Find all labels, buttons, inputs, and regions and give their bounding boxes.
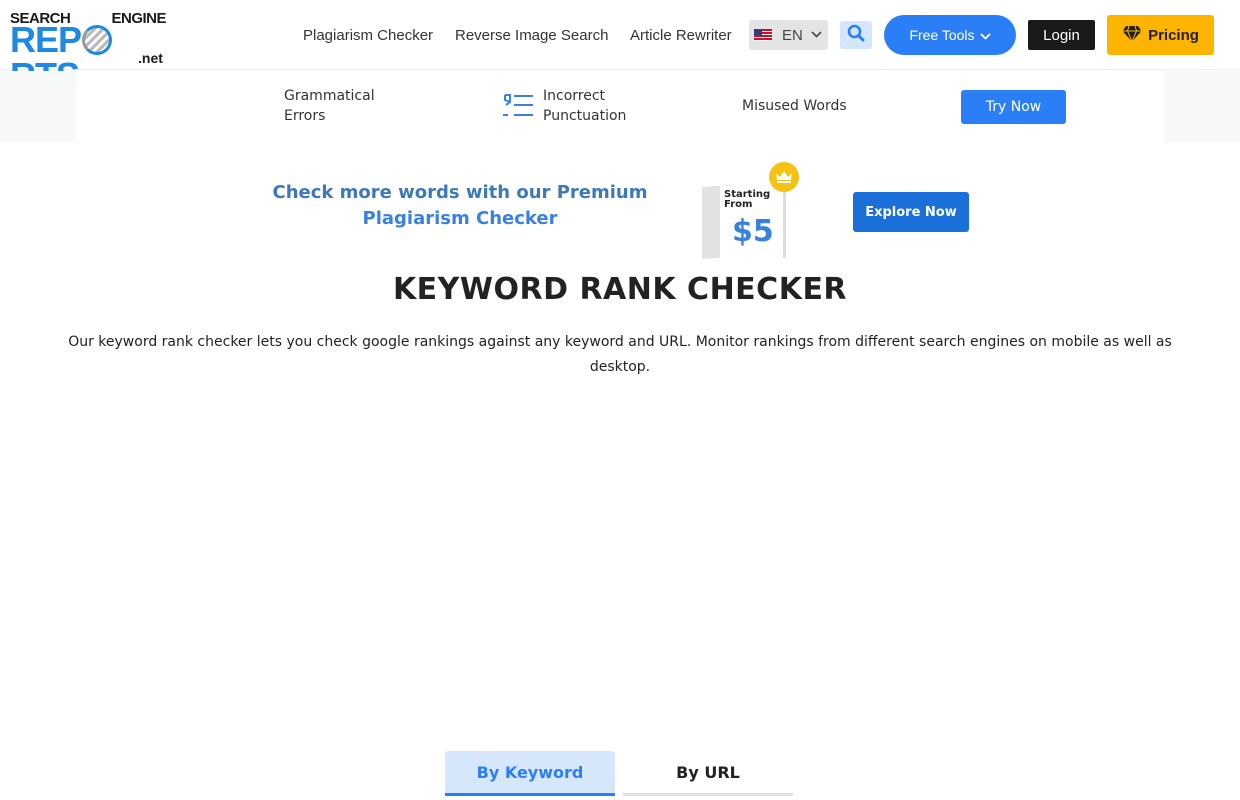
logo-suffix: .net — [138, 50, 163, 66]
try-now-button[interactable]: Try Now — [961, 90, 1066, 124]
premium-promo-text: Check more words with our Premium Plagia… — [272, 182, 648, 229]
feature-misused-words: Misused Words — [742, 98, 847, 114]
language-selector[interactable]: EN — [749, 20, 828, 50]
site-header: SEARCH ENGINE REPRTS .net Plagiarism Che… — [0, 0, 1240, 94]
starting-price: $5 — [732, 214, 774, 249]
feature-grammatical-errors: Grammatical Errors — [284, 88, 375, 124]
nav-article-rewriter[interactable]: Article Rewriter — [630, 27, 732, 44]
globe-icon — [82, 25, 113, 55]
punctuation-list-icon — [502, 93, 534, 121]
free-tools-label: Free Tools — [909, 27, 975, 43]
diamond-icon — [1122, 25, 1142, 46]
login-button[interactable]: Login — [1028, 20, 1095, 50]
language-code: EN — [782, 26, 803, 44]
tab-by-url[interactable]: By URL — [623, 751, 793, 796]
site-logo[interactable]: SEARCH ENGINE REPRTS .net — [10, 10, 172, 94]
crown-icon — [769, 162, 799, 192]
search-button[interactable] — [840, 21, 872, 49]
nav-reverse-image-search[interactable]: Reverse Image Search — [455, 27, 608, 44]
explore-now-button[interactable]: Explore Now — [853, 192, 969, 232]
chevron-down-icon — [811, 29, 822, 41]
nav-plagiarism-checker[interactable]: Plagiarism Checker — [303, 27, 433, 44]
search-icon — [847, 24, 865, 47]
feature-strip: Grammatical Errors Incorrect Punctuation… — [0, 71, 1240, 142]
tab-by-keyword[interactable]: By Keyword — [445, 751, 615, 796]
chevron-down-icon — [979, 27, 991, 43]
pricing-label: Pricing — [1148, 26, 1199, 44]
pricing-badge-illustration: Starting From $5 — [700, 160, 810, 260]
feature-incorrect-punctuation: Incorrect Punctuation — [543, 88, 627, 124]
free-tools-button[interactable]: Free Tools — [884, 15, 1016, 55]
pricing-button[interactable]: Pricing — [1107, 15, 1214, 55]
page-title: KEYWORD RANK CHECKER — [392, 272, 848, 307]
page-description: Our keyword rank checker lets you check … — [68, 334, 1172, 375]
logo-word-rep: REP — [10, 19, 82, 60]
us-flag-icon — [754, 29, 772, 41]
